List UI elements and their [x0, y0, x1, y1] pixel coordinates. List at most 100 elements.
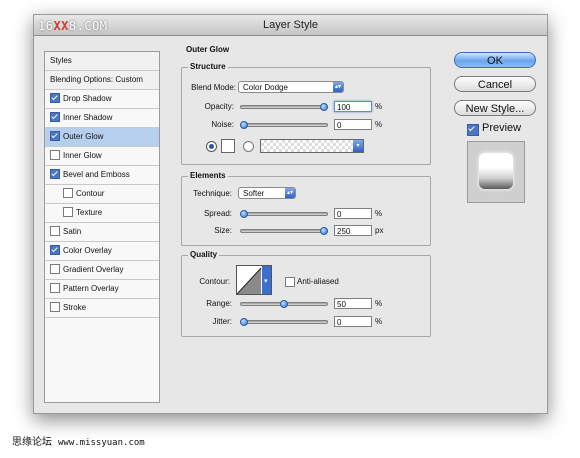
- technique-label: Technique:: [193, 189, 232, 198]
- style-item-pattern-overlay[interactable]: Pattern Overlay: [45, 280, 159, 299]
- window-title: Layer Style: [262, 19, 319, 31]
- noise-input[interactable]: 0: [334, 119, 372, 130]
- style-item-label: Drop Shadow: [63, 94, 112, 103]
- spread-unit: %: [375, 209, 383, 218]
- structure-title: Structure: [188, 62, 228, 71]
- anti-aliased-label: Anti-aliased: [297, 277, 339, 286]
- contour-picker[interactable]: ▾: [236, 265, 272, 295]
- jitter-slider[interactable]: [240, 318, 328, 326]
- style-item-color-overlay[interactable]: Color Overlay: [45, 242, 159, 261]
- preview-checkbox[interactable]: [467, 124, 479, 136]
- style-item-gradient-overlay[interactable]: Gradient Overlay: [45, 261, 159, 280]
- new-style-button[interactable]: New Style...: [454, 100, 536, 116]
- opacity-input[interactable]: 100: [334, 101, 372, 112]
- noise-label: Noise:: [211, 120, 234, 129]
- popup-arrows-icon: ▴▾: [285, 188, 295, 198]
- color-radio[interactable]: [206, 141, 217, 152]
- opacity-label: Opacity:: [204, 102, 234, 111]
- range-unit: %: [375, 299, 383, 308]
- style-item-checkbox[interactable]: [50, 168, 60, 179]
- footer-url: www.missyuan.com: [58, 438, 145, 448]
- style-item-checkbox[interactable]: [50, 130, 60, 141]
- style-item-checkbox[interactable]: [50, 263, 60, 274]
- size-slider-knob[interactable]: [320, 227, 328, 235]
- noise-unit: %: [375, 120, 383, 129]
- gradient-radio[interactable]: [243, 141, 254, 152]
- size-input[interactable]: 250: [334, 225, 372, 236]
- style-item-label: Color Overlay: [63, 246, 112, 255]
- spread-slider[interactable]: [240, 210, 328, 218]
- anti-aliased-checkbox[interactable]: [285, 277, 295, 287]
- range-label: Range:: [206, 299, 232, 308]
- size-unit: px: [375, 226, 384, 235]
- range-slider-knob[interactable]: [280, 300, 288, 308]
- style-item-drop-shadow[interactable]: Drop Shadow: [45, 90, 159, 109]
- spread-input[interactable]: 0: [334, 208, 372, 219]
- quality-title: Quality: [188, 250, 220, 259]
- style-item-label: Pattern Overlay: [63, 284, 119, 293]
- style-item-label: Outer Glow: [63, 132, 104, 141]
- range-input[interactable]: 50: [334, 298, 372, 309]
- svg-text:▾: ▾: [264, 277, 268, 285]
- blend-mode-label: Blend Mode:: [191, 83, 236, 92]
- opacity-unit: %: [375, 102, 383, 111]
- spread-slider-knob[interactable]: [240, 210, 248, 218]
- style-item-inner-glow[interactable]: Inner Glow: [45, 147, 159, 166]
- styles-list: Styles Blending Options: Custom Drop Sha…: [44, 51, 160, 403]
- style-item-checkbox[interactable]: [50, 282, 60, 293]
- ok-button[interactable]: OK: [454, 52, 536, 68]
- size-slider[interactable]: [240, 227, 328, 235]
- style-item-checkbox[interactable]: [63, 187, 73, 198]
- opacity-slider[interactable]: [240, 103, 328, 111]
- style-item-checkbox[interactable]: [50, 149, 60, 160]
- style-item-outer-glow[interactable]: Outer Glow: [45, 128, 159, 147]
- style-item-bevel-and-emboss[interactable]: Bevel and Emboss: [45, 166, 159, 185]
- noise-slider[interactable]: [240, 121, 328, 129]
- glow-gradient-picker[interactable]: ▾: [260, 139, 364, 153]
- layer-style-dialog: 16XX8.COM Layer Style Styles Blending Op…: [33, 14, 548, 414]
- preview-swatch: [479, 153, 513, 189]
- style-item-satin[interactable]: Satin: [45, 223, 159, 242]
- spread-label: Spread:: [203, 209, 232, 218]
- jitter-label: Jitter:: [212, 317, 232, 326]
- glow-color-swatch[interactable]: [221, 139, 235, 153]
- opacity-slider-knob[interactable]: [320, 103, 328, 111]
- cancel-button[interactable]: Cancel: [454, 76, 536, 92]
- style-item-checkbox[interactable]: [50, 244, 60, 255]
- preview-label: Preview: [482, 122, 522, 134]
- style-item-texture[interactable]: Texture: [45, 204, 159, 223]
- jitter-unit: %: [375, 317, 383, 326]
- popup-arrows-icon: ▴▾: [333, 82, 343, 92]
- range-slider[interactable]: [240, 300, 328, 308]
- style-item-checkbox[interactable]: [50, 92, 60, 103]
- style-item-label: Inner Glow: [63, 151, 102, 160]
- blending-options-item[interactable]: Blending Options: Custom: [45, 71, 159, 90]
- style-item-contour[interactable]: Contour: [45, 185, 159, 204]
- contour-label: Contour:: [199, 277, 230, 286]
- technique-select[interactable]: Softer ▴▾: [238, 187, 296, 199]
- style-item-checkbox[interactable]: [63, 206, 73, 217]
- styles-header[interactable]: Styles: [45, 52, 159, 71]
- jitter-input[interactable]: 0: [334, 316, 372, 327]
- size-label: Size:: [214, 226, 232, 235]
- style-item-label: Bevel and Emboss: [63, 170, 130, 179]
- style-item-checkbox[interactable]: [50, 225, 60, 236]
- style-preview-thumbnail: [467, 141, 525, 203]
- style-item-checkbox[interactable]: [50, 111, 60, 122]
- elements-title: Elements: [188, 171, 228, 180]
- jitter-slider-knob[interactable]: [240, 318, 248, 326]
- style-item-stroke[interactable]: Stroke: [45, 299, 159, 318]
- style-item-label: Gradient Overlay: [63, 265, 124, 274]
- style-item-checkbox[interactable]: [50, 301, 60, 312]
- noise-slider-knob[interactable]: [240, 121, 248, 129]
- title-bar[interactable]: 16XX8.COM Layer Style: [34, 15, 547, 36]
- contour-curve-icon: ▾: [237, 266, 271, 294]
- style-item-label: Inner Shadow: [63, 113, 113, 122]
- style-item-label: Satin: [63, 227, 82, 236]
- style-item-label: Stroke: [63, 303, 87, 312]
- footer-forum-name: 思缘论坛: [12, 437, 52, 448]
- style-item-inner-shadow[interactable]: Inner Shadow: [45, 109, 159, 128]
- footer-caption: 思缘论坛 www.missyuan.com: [12, 433, 145, 448]
- blend-mode-select[interactable]: Color Dodge ▴▾: [238, 81, 344, 93]
- style-item-label: Texture: [76, 208, 103, 217]
